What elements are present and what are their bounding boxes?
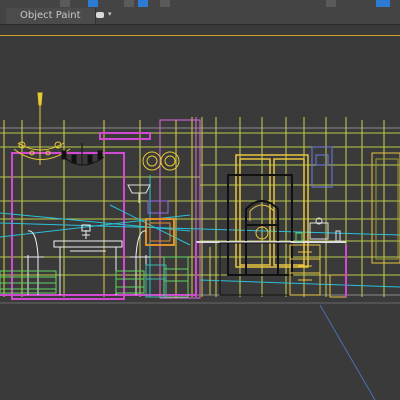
move-icon[interactable] (88, 0, 98, 7)
viewport[interactable] (0, 25, 400, 400)
settings-icon[interactable] (326, 0, 336, 7)
ribbon-bar: Object Paint ▾ (0, 8, 400, 25)
cad-elevation-drawing (0, 92, 400, 400)
eye-toggle-icon[interactable] (96, 12, 104, 18)
rotate-icon[interactable] (124, 0, 134, 7)
snap-icon[interactable] (160, 0, 170, 7)
tab-object-paint[interactable]: Object Paint (6, 8, 96, 24)
render-button[interactable] (376, 0, 390, 7)
chevron-down-icon[interactable]: ▾ (108, 10, 112, 18)
select-icon[interactable] (60, 0, 70, 7)
scale-icon[interactable] (138, 0, 148, 7)
